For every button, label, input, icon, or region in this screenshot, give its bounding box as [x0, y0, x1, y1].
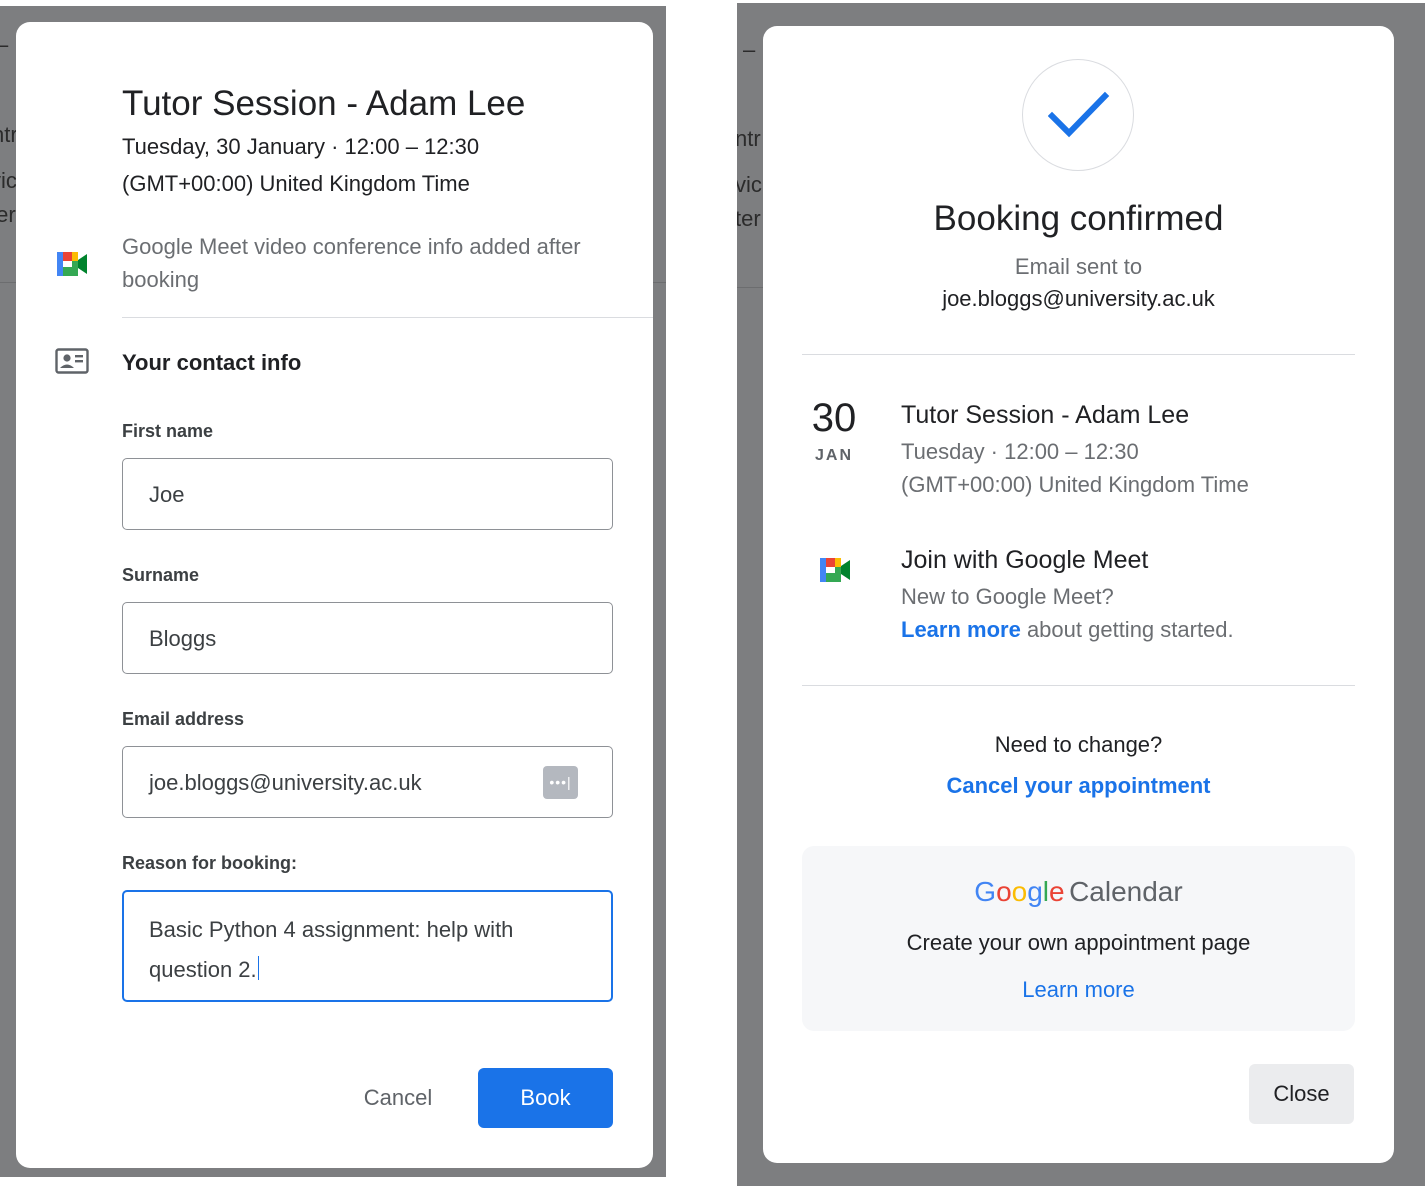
surname-label: Surname	[122, 565, 200, 585]
surname-field[interactable]: Bloggs	[122, 602, 613, 674]
contact-info-heading: Your contact info	[122, 350, 302, 375]
cancel-appointment-line: Cancel your appointment	[763, 773, 1394, 799]
cancel-button[interactable]: Cancel	[342, 1068, 454, 1128]
close-button[interactable]: Close	[1249, 1064, 1354, 1124]
event-month: JAN	[814, 447, 853, 464]
background-text: ter	[737, 206, 761, 231]
new-to-meet-text: New to Google Meet?	[901, 584, 1114, 609]
event-timezone: (GMT+00:00) United Kingdom Time	[901, 472, 1249, 497]
reason-value: Basic Python 4 assignment: help with que…	[149, 917, 514, 982]
email-label: Email address	[122, 709, 245, 729]
background-text: –	[0, 34, 8, 56]
event-date-time: Tuesday, 30 January · 12:00 – 12:30	[122, 134, 480, 159]
google-meet-icon	[56, 251, 88, 282]
change-prompt: Need to change?	[994, 732, 1163, 757]
reason-label: Reason for booking:	[122, 853, 297, 873]
confirmation-email: joe.bloggs@university.ac.uk	[942, 286, 1215, 311]
join-meet-title: Join with Google Meet	[901, 546, 1149, 574]
meet-learn-more-suffix: about getting started.	[1020, 617, 1234, 642]
email-sent-label: Email sent to	[1014, 254, 1143, 279]
section-divider	[122, 317, 653, 318]
confirmation-dialog: Booking confirmed Email sent to joe.blog…	[763, 26, 1394, 1163]
checkmark-icon	[1047, 90, 1110, 145]
promo-tagline: Create your own appointment page	[906, 930, 1251, 955]
event-timezone: (GMT+00:00) United Kingdom Time	[122, 171, 470, 196]
background-text: vic	[0, 168, 17, 193]
surname-value: Bloggs	[149, 626, 217, 651]
event-title: Tutor Session - Adam Lee	[901, 401, 1190, 429]
contact-card-icon	[55, 348, 89, 379]
text-caret	[257, 956, 259, 980]
event-title: Tutor Session - Adam Lee	[122, 84, 526, 123]
event-time: Tuesday · 12:00 – 12:30	[901, 439, 1139, 464]
book-button[interactable]: Book	[478, 1068, 613, 1128]
background-text: –	[743, 37, 756, 62]
booking-dialog: Tutor Session - Adam Lee Tuesday, 30 Jan…	[16, 22, 653, 1168]
first-name-value: Joe	[149, 482, 185, 507]
check-badge	[1022, 59, 1134, 171]
meet-learn-more-line: Learn more about getting started.	[901, 617, 1234, 643]
email-field[interactable]: joe.bloggs@university.ac.uk •••|	[122, 746, 613, 818]
calendar-word: Calendar	[1069, 876, 1183, 907]
google-meet-icon	[819, 557, 851, 588]
calendar-promo: Google Calendar Create your own appointm…	[802, 846, 1355, 1031]
first-name-field[interactable]: Joe	[122, 458, 613, 530]
meet-info-note: Google Meet video conference info added …	[122, 234, 581, 292]
promo-learn-more-line: Learn more	[802, 977, 1355, 1003]
background-text: vic	[737, 172, 762, 197]
background-text: ter	[0, 202, 16, 227]
background-divider	[737, 287, 763, 288]
meet-learn-more-link[interactable]: Learn more	[901, 617, 1021, 642]
google-calendar-logo: Google Calendar	[974, 876, 1183, 907]
password-manager-icon[interactable]: •••|	[543, 766, 578, 799]
background-text: ntr	[737, 126, 761, 151]
confirmation-title: Booking confirmed	[933, 199, 1224, 238]
cancel-appointment-link[interactable]: Cancel your appointment	[946, 773, 1210, 798]
email-value: joe.bloggs@university.ac.uk	[149, 770, 422, 795]
section-divider	[802, 685, 1355, 686]
first-name-label: First name	[122, 421, 214, 441]
event-day: 30	[811, 396, 857, 440]
promo-learn-more-link[interactable]: Learn more	[1022, 977, 1135, 1002]
reason-textarea[interactable]: Basic Python 4 assignment: help with que…	[122, 890, 613, 1002]
section-divider	[802, 354, 1355, 355]
background-divider	[653, 282, 666, 283]
